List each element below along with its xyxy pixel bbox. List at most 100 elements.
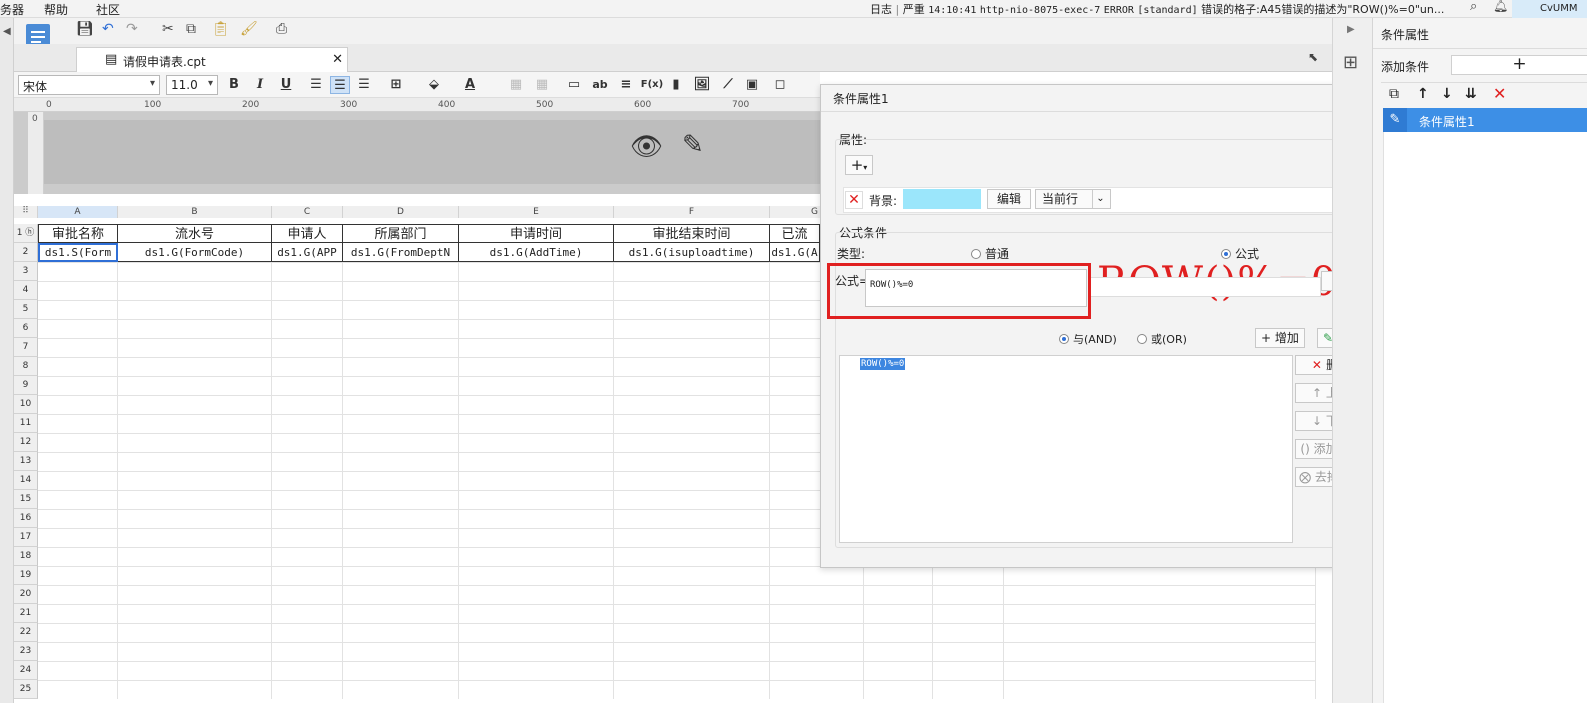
data-cell-a2[interactable]: ds1.S(Form xyxy=(38,243,118,262)
align-right-icon[interactable]: ☰ xyxy=(354,76,374,94)
row-header[interactable]: 24 xyxy=(14,661,38,680)
image-icon[interactable]: 🖼︎ xyxy=(692,76,712,94)
row-header[interactable]: 2 xyxy=(14,243,38,262)
row-header[interactable]: 12 xyxy=(14,433,38,452)
undo-icon[interactable]: ↶ xyxy=(102,21,114,37)
row-header[interactable]: 17 xyxy=(14,528,38,547)
border-icon[interactable]: ⊞ xyxy=(386,76,406,94)
menu-community[interactable]: 社区 xyxy=(96,1,120,18)
row-header[interactable]: 25 xyxy=(14,680,38,699)
column-header-c[interactable]: C xyxy=(272,206,343,218)
underline-button[interactable]: U xyxy=(276,76,296,94)
redo-icon[interactable]: ↷ xyxy=(126,21,138,37)
data-cell-c2[interactable]: ds1.G(APP xyxy=(272,243,343,262)
close-icon[interactable]: ✕ xyxy=(332,52,343,67)
row-header[interactable]: 11 xyxy=(14,414,38,433)
textbox-icon[interactable]: ▭ xyxy=(564,76,584,94)
row-header[interactable]: 8 xyxy=(14,357,38,376)
row-header[interactable]: 7 xyxy=(14,338,38,357)
column-header-d[interactable]: D xyxy=(343,206,459,218)
row-header[interactable]: 22 xyxy=(14,623,38,642)
data-cell-b2[interactable]: ds1.G(FormCode) xyxy=(118,243,272,262)
data-cell-e2[interactable]: ds1.G(AddTime) xyxy=(459,243,614,262)
cut-icon[interactable]: ✂ xyxy=(162,21,174,37)
column-header-b[interactable]: B xyxy=(118,206,272,218)
copy-icon[interactable]: ⧉ xyxy=(186,21,196,37)
row-header[interactable]: 20 xyxy=(14,585,38,604)
condition-list-item[interactable]: ROW()%=0 xyxy=(860,358,906,370)
arrow-up-icon[interactable]: ↑ xyxy=(1417,86,1429,102)
collapse-left-icon[interactable]: ◀ xyxy=(3,26,11,37)
data-cell-f2[interactable]: ds1.G(isuploadtime) xyxy=(614,243,770,262)
row-header[interactable]: 6 xyxy=(14,319,38,338)
bg-color-swatch[interactable] xyxy=(903,189,981,209)
header-cell-serial-no[interactable]: 流水号 xyxy=(118,224,272,243)
copy-condition-icon[interactable]: ⧉ xyxy=(1389,86,1399,102)
row-header[interactable]: 21 xyxy=(14,604,38,623)
font-size-select[interactable]: 11.0 ▾ xyxy=(166,75,218,95)
arrow-down-icon[interactable]: ↓ xyxy=(1441,86,1453,102)
paste-icon[interactable]: 📋︎ xyxy=(212,21,230,37)
user-box[interactable]: CvUMM xyxy=(1512,0,1587,18)
format-brush-icon[interactable]: 🖌︎ xyxy=(240,21,258,37)
row-header[interactable]: 14 xyxy=(14,471,38,490)
data-cell-d2[interactable]: ds1.G(FromDeptN xyxy=(343,243,459,262)
column-header-a[interactable]: A xyxy=(38,206,118,218)
or-radio[interactable]: 或(OR) xyxy=(1137,331,1187,347)
chart-icon[interactable]: ▮ xyxy=(666,76,686,94)
row-header[interactable]: 1 ⓗ xyxy=(14,224,38,243)
type-normal-radio[interactable]: 普通 xyxy=(971,245,1009,262)
expand-right-icon[interactable]: ▶ xyxy=(1347,24,1355,35)
row-header[interactable]: 18 xyxy=(14,547,38,566)
menu-help[interactable]: 帮助 xyxy=(44,1,68,18)
row-header[interactable]: 19 xyxy=(14,566,38,585)
slash-icon[interactable]: ⟋ xyxy=(718,76,738,94)
doc-tab[interactable]: ▤ 请假申请表.cpt ✕ xyxy=(76,47,348,72)
row-header[interactable]: 13 xyxy=(14,452,38,471)
formula-button[interactable]: F(x) xyxy=(640,76,664,94)
pencil-icon[interactable]: ✎ xyxy=(682,130,704,160)
header-cell-end-time[interactable]: 审批结束时间 xyxy=(614,224,770,243)
column-header-e[interactable]: E xyxy=(459,206,614,218)
expand-icon[interactable]: ⬉ xyxy=(1308,50,1318,64)
header-cell-department[interactable]: 所属部门 xyxy=(343,224,459,243)
column-header-f[interactable]: F xyxy=(614,206,770,218)
font-select[interactable]: 宋体 ▾ xyxy=(18,75,160,95)
header-cell-applicant[interactable]: 申请人 xyxy=(272,224,343,243)
remove-x-icon[interactable]: ✕ xyxy=(845,191,863,209)
condition-item-selected[interactable]: ✎ 条件属性1 xyxy=(1383,108,1587,132)
row-header[interactable]: 5 xyxy=(14,300,38,319)
row-header[interactable]: 23 xyxy=(14,642,38,661)
and-radio[interactable]: 与(AND) xyxy=(1059,331,1117,347)
row-header[interactable]: 10 xyxy=(14,395,38,414)
row-header[interactable]: 15 xyxy=(14,490,38,509)
log-bar[interactable]: 日志 | 严重 14:10:41 http-nio-8075-exec-7 ER… xyxy=(870,1,1444,17)
bold-button[interactable]: B xyxy=(224,76,244,94)
text-icon[interactable]: ≡ xyxy=(616,76,636,94)
merge-icon[interactable]: ▦ xyxy=(506,76,526,94)
add-button[interactable]: + 增加 xyxy=(1255,328,1305,348)
select-all-corner[interactable]: ⠿ xyxy=(14,206,38,218)
condition-list[interactable]: ROW()%=0 xyxy=(839,355,1293,543)
add-condition-button[interactable]: + xyxy=(1451,55,1587,75)
font-color-icon[interactable]: A xyxy=(460,76,480,94)
align-center-icon[interactable]: ☰ xyxy=(330,76,350,94)
row-header[interactable]: 9 xyxy=(14,376,38,395)
header-cell-flowed[interactable]: 已流 xyxy=(770,224,820,243)
cell-attr-icon[interactable]: ⊞ xyxy=(1343,52,1358,73)
eye-slash-icon[interactable]: 👁︎ xyxy=(630,132,663,162)
scope-select[interactable]: 当前行 ⌄ xyxy=(1035,189,1111,209)
save-icon[interactable]: 💾︎ xyxy=(76,21,94,37)
move-bottom-icon[interactable]: ⇊ xyxy=(1465,86,1477,102)
unmerge-icon[interactable]: ▦ xyxy=(532,76,552,94)
fill-color-icon[interactable]: ⬙ xyxy=(424,76,444,94)
data-cell-g2[interactable]: ds1.G(A xyxy=(770,243,820,262)
ab-button[interactable]: ab xyxy=(590,76,610,94)
header-cell-approval-name[interactable]: 审批名称 xyxy=(38,224,118,243)
menu-server[interactable]: 务器 xyxy=(0,1,24,18)
align-left-icon[interactable]: ☰ xyxy=(306,76,326,94)
header-cell-apply-time[interactable]: 申请时间 xyxy=(459,224,614,243)
float-element-icon[interactable]: ◻ xyxy=(770,76,790,94)
row-header[interactable]: 16 xyxy=(14,509,38,528)
search-icon[interactable]: ⌕ xyxy=(1470,0,1477,14)
